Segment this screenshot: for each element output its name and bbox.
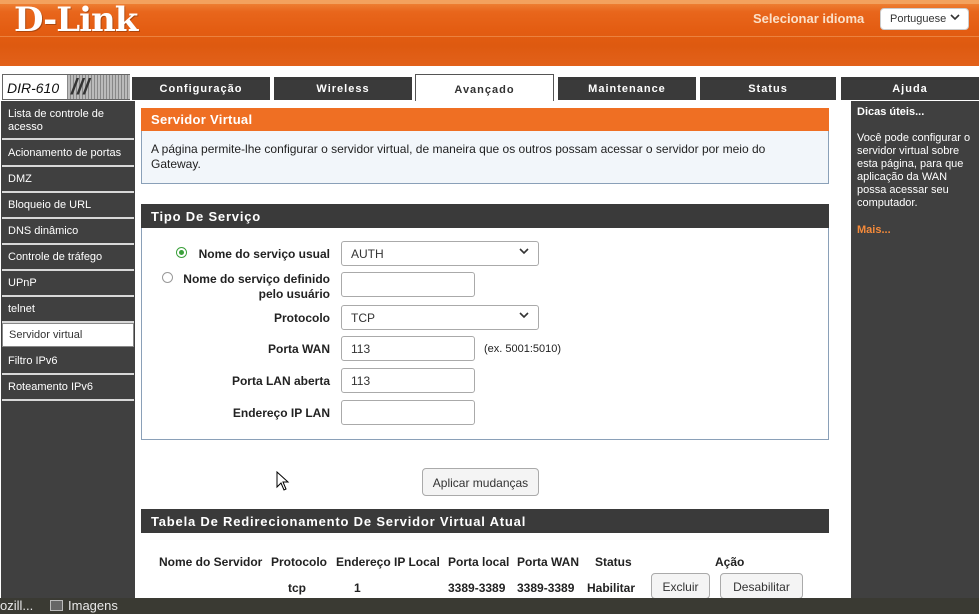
td-wan-port: 3389-3389 <box>517 581 575 595</box>
protocol-select[interactable]: TCP <box>341 305 539 330</box>
disable-button[interactable]: Desabilitar <box>720 573 803 599</box>
tab-ajuda[interactable]: Ajuda <box>841 77 979 100</box>
usual-service-select[interactable]: AUTH <box>341 241 539 266</box>
page-description: A página permite-lhe configurar o servid… <box>151 142 766 171</box>
td-status: Habilitar <box>587 581 636 595</box>
header-bar: D-Link® Selecionar idioma Portuguese <box>0 0 979 66</box>
custom-service-label-1: Nome do serviço definido <box>183 272 330 286</box>
help-text: Você pode configurar o servidor virtual … <box>857 132 971 209</box>
mouse-cursor-icon <box>276 470 290 491</box>
tab-maintenance[interactable]: Maintenance <box>558 77 696 100</box>
router-admin-page: D-Link® Selecionar idioma Portuguese DIR… <box>0 0 979 614</box>
sidebar: Lista de controle de acesso Acionamento … <box>1 101 135 601</box>
usual-service-label: Nome do serviço usual <box>198 247 330 261</box>
language-select-value: Portuguese <box>890 13 947 25</box>
page-title: Servidor Virtual <box>141 108 829 131</box>
sidebar-item-virtual-server[interactable]: Servidor virtual <box>2 323 134 347</box>
radio-usual-service[interactable] <box>176 247 187 258</box>
table-title: Tabela De Redirecionamento De Servidor V… <box>141 509 829 533</box>
tab-wireless[interactable]: Wireless <box>274 77 412 100</box>
apply-changes-button[interactable]: Aplicar mudanças <box>422 468 539 496</box>
model-stripe-decor <box>67 74 130 100</box>
sidebar-item-dmz[interactable]: DMZ <box>2 167 134 193</box>
custom-service-label-2: pelo usuário <box>258 287 330 301</box>
service-panel-title: Tipo De Serviço <box>141 204 829 228</box>
tab-status[interactable]: Status <box>700 77 836 100</box>
taskbar-item-images-label: Imagens <box>68 598 118 613</box>
th-status: Status <box>595 555 632 569</box>
protocol-label: Protocolo <box>274 311 330 325</box>
sidebar-item-acl[interactable]: Lista de controle de acesso <box>2 104 134 140</box>
th-server-name: Nome do Servidor <box>159 555 263 569</box>
dlink-logo: D-Link® <box>14 0 145 40</box>
wan-port-input[interactable]: 113 <box>341 336 475 361</box>
lan-ip-label: Endereço IP LAN <box>232 406 330 420</box>
taskbar-item-browser[interactable]: ozill... <box>0 598 33 613</box>
chevron-down-icon <box>519 246 529 259</box>
protocol-value: TCP <box>351 311 375 325</box>
sidebar-item-traffic-control[interactable]: Controle de tráfego <box>2 245 134 271</box>
model-name: DIR-610 <box>7 80 60 96</box>
header-stripe <box>0 36 979 37</box>
th-action: Ação <box>715 555 745 569</box>
sidebar-item-upnp[interactable]: UPnP <box>2 271 134 297</box>
sidebar-item-ipv6-filter[interactable]: Filtro IPv6 <box>2 349 134 375</box>
td-local-ip: 1 <box>354 581 361 595</box>
usual-service-value: AUTH <box>351 247 384 261</box>
sidebar-item-ipv6-routing[interactable]: Roteamento IPv6 <box>2 375 134 401</box>
tab-configuracao[interactable]: Configuração <box>132 77 270 100</box>
lan-ip-input[interactable] <box>341 400 475 425</box>
delete-button[interactable]: Excluir <box>651 573 710 599</box>
language-label: Selecionar idioma <box>753 11 865 26</box>
image-viewer-icon <box>50 600 63 611</box>
taskbar-item-images[interactable]: Imagens <box>50 598 118 613</box>
sidebar-item-url-block[interactable]: Bloqueio de URL <box>2 193 134 219</box>
sidebar-item-port-trigger[interactable]: Acionamento de portas <box>2 141 134 167</box>
th-protocol: Protocolo <box>271 555 327 569</box>
lan-port-input[interactable]: 113 <box>341 368 475 393</box>
th-wan-port: Porta WAN <box>517 555 580 569</box>
th-local-port: Porta local <box>448 555 510 569</box>
td-local-port: 3389-3389 <box>448 581 506 595</box>
help-title: Dicas úteis... <box>857 106 925 118</box>
chevron-down-icon <box>950 12 960 25</box>
th-local-ip: Endereço IP Local <box>336 555 440 569</box>
help-more-link[interactable]: Mais... <box>857 224 973 236</box>
help-panel: Dicas úteis... Você pode configurar o se… <box>851 101 979 601</box>
tab-avancado[interactable]: Avançado <box>415 74 554 101</box>
wan-port-hint: (ex. 5001:5010) <box>484 343 562 355</box>
sidebar-item-telnet[interactable]: telnet <box>2 297 134 323</box>
td-protocol: tcp <box>288 581 306 595</box>
main-content: Servidor Virtual A página permite-lhe co… <box>136 101 850 601</box>
sidebar-item-ddns[interactable]: DNS dinâmico <box>2 219 134 245</box>
language-select[interactable]: Portuguese <box>880 8 969 30</box>
chevron-down-icon <box>519 310 529 323</box>
wan-port-label: Porta WAN <box>267 342 330 356</box>
model-badge: DIR-610 <box>2 74 130 100</box>
lan-port-label: Porta LAN aberta <box>231 374 330 388</box>
radio-custom-service[interactable] <box>162 272 173 283</box>
custom-service-input[interactable] <box>341 272 475 297</box>
os-taskbar: ozill... Imagens <box>0 598 979 614</box>
